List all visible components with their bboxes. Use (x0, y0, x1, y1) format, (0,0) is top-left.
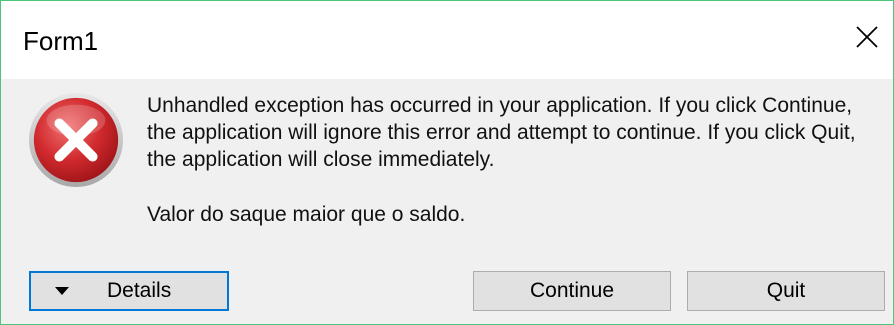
dropdown-arrow-icon (55, 287, 69, 295)
error-message: Unhandled exception has occurred in your… (147, 94, 856, 171)
details-button[interactable]: Details (29, 271, 229, 311)
exception-detail: Valor do saque maior que o saldo. (147, 203, 466, 226)
error-icon (28, 92, 124, 188)
title-bar[interactable]: Form1 (1, 1, 893, 79)
quit-button[interactable]: Quit (687, 271, 885, 311)
close-icon (856, 26, 878, 48)
details-label: Details (107, 279, 172, 302)
dialog-body: Unhandled exception has occurred in your… (1, 79, 893, 324)
close-button[interactable] (845, 15, 889, 59)
continue-button[interactable]: Continue (473, 271, 671, 311)
window-title: Form1 (23, 26, 99, 56)
dialog-window: Form1 Unhandled exception has occurred i… (0, 0, 894, 325)
